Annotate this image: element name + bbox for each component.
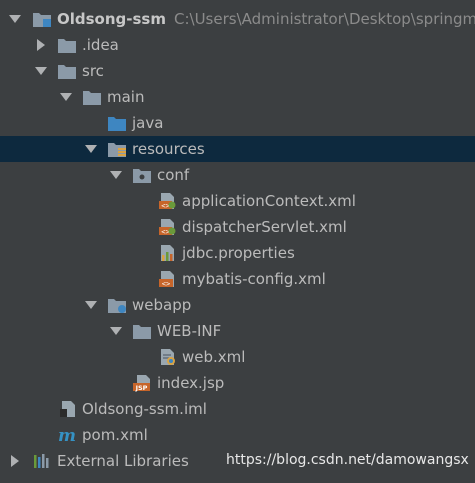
tree-row-resources[interactable]: resources [0,136,475,162]
folder-icon [57,36,77,54]
web-folder-icon [107,296,127,314]
tree-row-webapp[interactable]: webapp [0,292,475,318]
jsp-file-icon: JSP [132,374,152,392]
watermark-text: https://blog.csdn.net/damowangsx [226,452,469,468]
folder-icon [82,88,102,106]
file-label-dispatcher-servlet: dispatcherServlet.xml [182,218,347,236]
project-tree: Oldsong-ssm C:\Users\Administrator\Deskto… [0,6,475,474]
file-label-application-context: applicationContext.xml [182,192,356,210]
package-folder-icon [132,166,152,184]
tree-row-iml[interactable]: Oldsong-ssm.iml [0,396,475,422]
tree-row-pom[interactable]: m pom.xml [0,422,475,448]
folder-label-web-inf: WEB-INF [157,322,222,340]
svg-text:<>: <> [161,228,169,236]
chevron-down-icon[interactable] [109,162,123,188]
tree-row-web-inf[interactable]: WEB-INF [0,318,475,344]
file-label-web-xml: web.xml [182,348,246,366]
module-folder-icon [32,10,52,28]
tree-row-idea[interactable]: .idea [0,32,475,58]
source-folder-icon [107,114,127,132]
chevron-down-icon[interactable] [8,6,22,32]
folder-label-java: java [132,114,164,132]
folder-label-resources: resources [132,140,205,158]
svg-text:<>: <> [161,202,169,210]
file-label-jdbc-properties: jdbc.properties [182,244,295,262]
project-label: Oldsong-ssm C:\Users\Administrator\Deskto… [57,6,475,32]
spring-xml-icon: <> [157,218,177,236]
tree-row-src[interactable]: src [0,58,475,84]
spring-xml-icon: <> [157,192,177,210]
file-label-index-jsp: index.jsp [157,374,225,392]
tree-row-dispatcher-servlet[interactable]: <> dispatcherServlet.xml [0,214,475,240]
project-path: C:\Users\Administrator\Desktop\springm [174,10,475,28]
svg-text:JSP: JSP [135,384,148,392]
file-label-iml: Oldsong-ssm.iml [82,400,207,418]
chevron-down-icon[interactable] [84,136,98,162]
label-external-libraries: External Libraries [57,452,189,470]
folder-icon [57,62,77,80]
libraries-icon [32,452,52,470]
tree-row-conf[interactable]: conf [0,162,475,188]
resources-folder-icon [107,140,127,158]
file-label-pom: pom.xml [82,426,148,444]
folder-icon [132,322,152,340]
folder-label-webapp: webapp [132,296,192,314]
file-label-mybatis-config: mybatis-config.xml [182,270,326,288]
tree-row-main[interactable]: main [0,84,475,110]
web-xml-icon [157,348,177,366]
chevron-down-icon[interactable] [84,292,98,318]
properties-file-icon [157,244,177,262]
folder-label-main: main [107,88,145,106]
tree-row-index-jsp[interactable]: JSP index.jsp [0,370,475,396]
chevron-right-icon[interactable] [8,448,22,474]
svg-text:m: m [58,426,76,444]
tree-row-project-root[interactable]: Oldsong-ssm C:\Users\Administrator\Deskto… [0,6,475,32]
chevron-down-icon[interactable] [34,58,48,84]
svg-text:<>: <> [162,280,170,288]
folder-label-conf: conf [157,166,190,184]
chevron-right-icon[interactable] [34,32,48,58]
chevron-down-icon[interactable] [59,84,73,110]
maven-m-icon: m [57,426,77,444]
chevron-down-icon[interactable] [109,318,123,344]
folder-label-idea: .idea [82,36,119,54]
folder-label-src: src [82,62,104,80]
tree-row-web-xml[interactable]: web.xml [0,344,475,370]
iml-file-icon [57,400,77,418]
tree-row-mybatis-config[interactable]: <> mybatis-config.xml [0,266,475,292]
xml-file-icon: <> [157,270,177,288]
tree-row-jdbc-properties[interactable]: jdbc.properties [0,240,475,266]
tree-row-application-context[interactable]: <> applicationContext.xml [0,188,475,214]
tree-row-java[interactable]: java [0,110,475,136]
